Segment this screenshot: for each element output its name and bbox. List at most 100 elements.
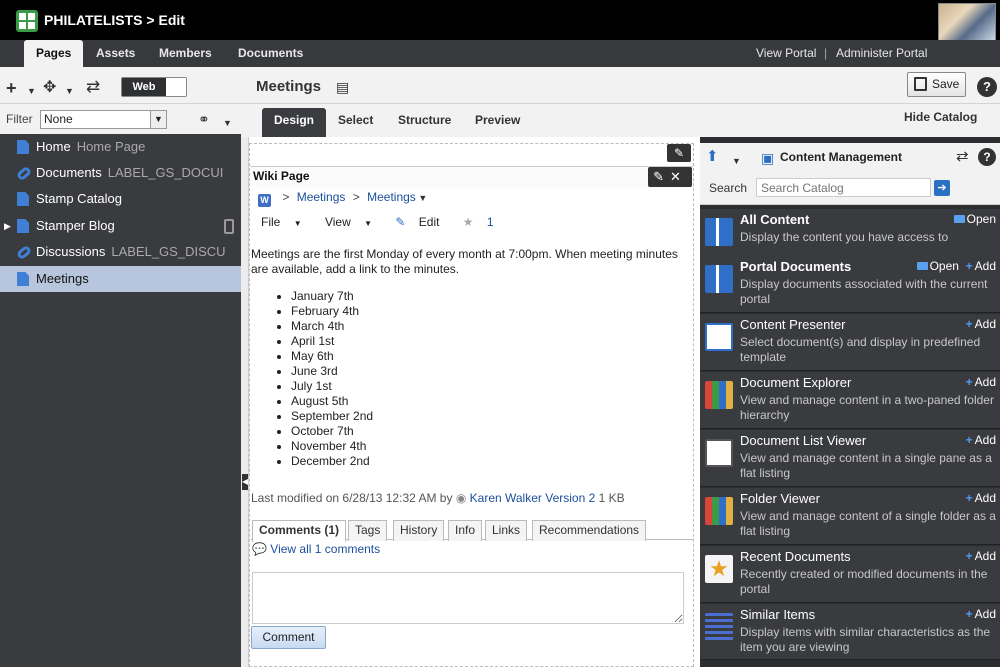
add-action[interactable]: + Add [966, 259, 996, 273]
move-icon[interactable]: ✥ [43, 80, 56, 96]
refresh-icon[interactable]: ⇄ [86, 78, 100, 95]
document-explorer-icon [705, 381, 733, 409]
tab-history[interactable]: History [393, 520, 445, 541]
link-dropdown-chevron-icon[interactable]: ▼ [223, 115, 232, 131]
add-action[interactable]: + Add [966, 317, 996, 331]
portlet-wrench-close-icon[interactable]: ✎✕ [648, 167, 692, 187]
chevron-down-icon[interactable]: ▼ [416, 193, 427, 203]
catalog-item-portal-documents[interactable]: Portal Documents Display documents assoc… [700, 256, 1000, 313]
tab-recommendations[interactable]: Recommendations [532, 520, 647, 541]
breadcrumb-separator: > [352, 190, 360, 204]
wrench-icon[interactable]: ✎ [667, 144, 691, 162]
save-button[interactable]: Save [907, 72, 966, 97]
add-action[interactable]: + Add [966, 433, 996, 447]
tab-documents[interactable]: Documents [226, 40, 315, 67]
tab-info[interactable]: Info [448, 520, 483, 541]
search-go-arrow-icon[interactable]: ➔ [934, 180, 950, 196]
portlet-header [250, 166, 693, 188]
add-dropdown-chevron-icon[interactable]: ▼ [27, 83, 36, 99]
comment-button[interactable]: Comment [251, 626, 326, 649]
catalog-home-icon[interactable]: ⬆ [706, 149, 719, 165]
tab-preview[interactable]: Preview [463, 108, 532, 137]
nav-item-home[interactable]: Home Home Page [0, 134, 241, 160]
tab-comments[interactable]: Comments (1) [252, 520, 347, 542]
tab-assets[interactable]: Assets [84, 40, 147, 67]
hide-catalog-link[interactable]: Hide Catalog [904, 110, 977, 124]
star-icon: ★ [462, 215, 474, 229]
tab-select[interactable]: Select [326, 108, 385, 137]
add-icon[interactable]: + [6, 79, 17, 97]
view-all-comments-link[interactable]: 💬 View all 1 comments [252, 542, 380, 556]
tab-tags[interactable]: Tags [348, 520, 388, 541]
catalog-item-desc: Display items with similar characteristi… [740, 625, 991, 654]
page-properties-icon[interactable]: ▤ [336, 79, 349, 95]
similar-items-icon [705, 613, 733, 641]
list-item: May 6th [291, 349, 373, 364]
add-action[interactable]: + Add [966, 607, 996, 621]
version-link[interactable]: Version 2 [545, 491, 595, 505]
view-mode-toggle[interactable]: Web [121, 77, 187, 97]
folder-icon: ▣ [761, 150, 775, 166]
breadcrumb: W > Meetings > Meetings ▼ [258, 190, 427, 207]
view-menu[interactable]: View ▼ [325, 215, 382, 229]
page-icon [17, 192, 29, 206]
catalog-item-recent-documents[interactable]: ★ Recent Documents Recently created or m… [700, 546, 1000, 603]
open-action[interactable]: Open [916, 259, 959, 273]
administer-portal-link[interactable]: Administer Portal [836, 40, 927, 67]
link-icon [15, 165, 33, 182]
page-icon [17, 219, 29, 233]
view-mode-label: Web [122, 78, 166, 96]
tab-design[interactable]: Design [262, 108, 327, 137]
nav-item-stamper-blog[interactable]: ▶ Stamper Blog [0, 213, 241, 239]
portlet-title: Wiki Page [253, 169, 310, 183]
list-item: October 7th [291, 424, 373, 439]
plus-icon: + [965, 259, 973, 273]
folder-open-icon [916, 262, 928, 270]
panel-splitter[interactable] [241, 137, 249, 667]
file-menu[interactable]: File ▼ [261, 215, 312, 229]
tab-members[interactable]: Members [147, 40, 224, 67]
tab-links[interactable]: Links [485, 520, 528, 541]
list-item: February 4th [291, 304, 373, 319]
filter-select[interactable]: None ▼ [40, 110, 167, 129]
view-portal-link[interactable]: View Portal [756, 40, 816, 67]
open-action[interactable]: Open [953, 212, 996, 226]
comment-input[interactable] [252, 572, 684, 624]
help-icon[interactable]: ? [978, 148, 996, 166]
save-label: Save [932, 77, 960, 91]
help-icon[interactable]: ? [977, 77, 997, 97]
catalog-item-name: Similar Items [740, 607, 816, 622]
catalog-item-similar-items[interactable]: Similar Items Display items with similar… [700, 604, 1000, 660]
tab-structure[interactable]: Structure [386, 108, 463, 137]
refresh-icon[interactable]: ⇄ [956, 149, 969, 165]
catalog-item-folder-viewer[interactable]: Folder Viewer View and manage content of… [700, 488, 1000, 545]
filter-label: Filter [6, 112, 33, 126]
rating[interactable]: ★ 1 [463, 215, 504, 229]
breadcrumb-item[interactable]: Meetings [297, 190, 346, 204]
expand-arrow-icon[interactable]: ▶ [4, 213, 11, 239]
tab-pages[interactable]: Pages [24, 40, 84, 67]
nav-item-stamp-catalog[interactable]: Stamp Catalog [0, 186, 241, 212]
breadcrumb-item[interactable]: Meetings [367, 190, 416, 204]
user-avatar[interactable] [938, 3, 996, 45]
edit-button[interactable]: ✎ Edit [395, 215, 449, 229]
nav-item-discussions[interactable]: Discussions LABEL_GS_DISCU [0, 239, 241, 265]
collapse-arrow-icon[interactable]: ◀ [242, 474, 248, 490]
catalog-item-document-explorer[interactable]: Document Explorer View and manage conten… [700, 372, 1000, 429]
search-input[interactable] [756, 178, 931, 197]
nav-item-label: Home [36, 139, 71, 154]
catalog-item-name: Portal Documents [740, 259, 852, 274]
add-action[interactable]: + Add [966, 375, 996, 389]
author-link[interactable]: Karen Walker [470, 491, 542, 505]
nav-item-meetings[interactable]: Meetings [0, 266, 241, 292]
catalog-item-document-list-viewer[interactable]: Document List Viewer View and manage con… [700, 430, 1000, 487]
nav-item-sublabel: LABEL_GS_DOCUI [107, 165, 224, 180]
catalog-dropdown-chevron-icon[interactable]: ▼ [732, 153, 741, 169]
add-action[interactable]: + Add [966, 549, 996, 563]
move-dropdown-chevron-icon[interactable]: ▼ [65, 83, 74, 99]
pencil-icon: ✎ [395, 215, 406, 229]
nav-item-documents[interactable]: Documents LABEL_GS_DOCUI [0, 160, 241, 186]
catalog-item-content-presenter[interactable]: Content Presenter Select document(s) and… [700, 314, 1000, 371]
link-chain-icon[interactable]: ⚭ [198, 111, 210, 127]
add-action[interactable]: + Add [966, 491, 996, 505]
